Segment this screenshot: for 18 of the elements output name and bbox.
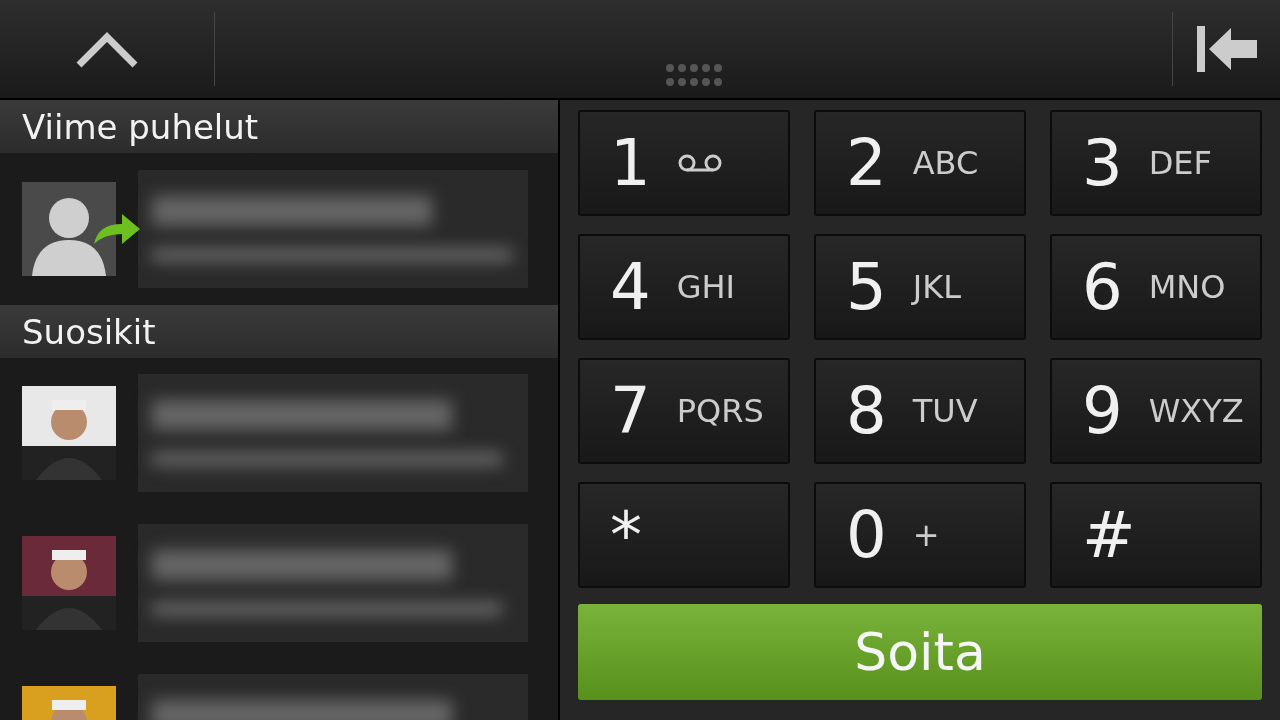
dial-key[interactable]: * xyxy=(578,482,790,588)
dial-key[interactable]: 5 JKL xyxy=(814,234,1026,340)
avatar-icon xyxy=(22,182,116,276)
voicemail-icon xyxy=(676,152,723,174)
dial-key[interactable]: # xyxy=(1050,482,1262,588)
dial-key[interactable]: 9 WXYZ xyxy=(1050,358,1262,464)
dial-key[interactable]: 0 + xyxy=(814,482,1026,588)
dial-key[interactable]: 2 ABC xyxy=(814,110,1026,216)
dial-key[interactable]: 6 MNO xyxy=(1050,234,1262,340)
dial-key[interactable]: 1 xyxy=(578,110,790,216)
section-header: Suosikit xyxy=(0,305,558,358)
dial-key[interactable]: 8 TUV xyxy=(814,358,1026,464)
arrow-to-start-icon xyxy=(1194,24,1259,74)
dial-key[interactable]: 7 PQRS xyxy=(578,358,790,464)
dial-key[interactable]: 3 DEF xyxy=(1050,110,1262,216)
section-header: Viime puhelut xyxy=(0,100,558,153)
grip-icon[interactable] xyxy=(663,62,724,88)
dial-key[interactable]: 4 GHI xyxy=(578,234,790,340)
